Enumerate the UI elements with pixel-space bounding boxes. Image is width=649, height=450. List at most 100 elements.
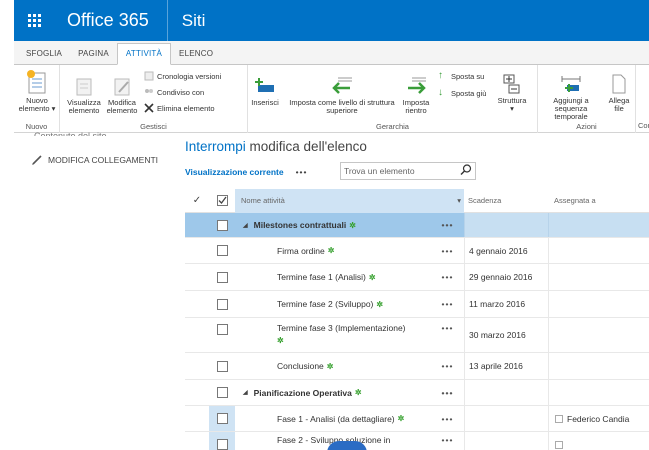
stop-editing-link[interactable]: Interrompi xyxy=(185,139,246,154)
table-row[interactable]: Conclusione ✲ ••• 13 aprile 2016 xyxy=(185,353,649,380)
new-icon: ✲ xyxy=(354,388,362,397)
tab-elenco[interactable]: ELENCO xyxy=(171,44,221,64)
version-history-button[interactable]: Cronologia versioni xyxy=(144,71,221,81)
drag-handle[interactable] xyxy=(327,441,367,450)
table-row[interactable]: Firma ordine ✲ ••• 4 gennaio 2016 xyxy=(185,238,649,264)
checked-box-icon xyxy=(216,195,228,206)
app-launcher-icon[interactable] xyxy=(14,0,55,41)
table-row[interactable]: Fase 2 - Sviluppo soluzione in ••• xyxy=(185,432,649,450)
row-menu-button[interactable]: ••• xyxy=(431,353,464,379)
row-menu-button[interactable]: ••• xyxy=(431,213,464,237)
add-to-timeline-button[interactable]: Aggiungi a sequenza temporale xyxy=(538,73,604,121)
timeline-icon xyxy=(561,76,581,92)
table-row[interactable]: ◢ Milestones contrattuali ✲ ••• xyxy=(185,213,649,238)
collapse-icon[interactable]: ◢ xyxy=(243,389,248,396)
indent-button[interactable]: Imposta rientro xyxy=(398,75,434,115)
row-checkbox[interactable] xyxy=(209,213,235,237)
new-icon: ✲ xyxy=(327,246,335,255)
assignee-name[interactable]: Federico Candia xyxy=(567,414,629,424)
pencil-icon xyxy=(32,155,42,165)
table-row[interactable]: Fase 1 - Analisi (da dettagliare) ✲ ••• F… xyxy=(185,406,649,432)
tab-pagina[interactable]: PAGINA xyxy=(70,44,117,64)
ribbon-tabs: SFOGLIA PAGINA ATTIVITÀ ELENCO xyxy=(14,41,649,65)
row-checkbox[interactable] xyxy=(209,291,235,317)
row-menu-button[interactable]: ••• xyxy=(431,264,464,290)
row-title[interactable]: Fase 1 - Analisi (da dettagliare) ✲ xyxy=(235,406,431,431)
person-icon xyxy=(555,414,563,423)
row-checkbox[interactable] xyxy=(209,406,235,431)
current-view-link[interactable]: Visualizzazione corrente xyxy=(185,167,284,177)
edit-item-button[interactable]: Modifica elemento xyxy=(104,77,140,115)
tab-sfoglia[interactable]: SFOGLIA xyxy=(18,44,70,64)
group-label-nuovo: Nuovo xyxy=(25,122,48,131)
brand-link[interactable]: Office 365 xyxy=(67,10,149,31)
move-up-button[interactable]: ↑ Sposta su xyxy=(438,71,484,81)
new-icon: ✲ xyxy=(277,336,284,345)
view-item-button[interactable]: Visualizza elemento xyxy=(64,77,104,115)
view-more-button[interactable]: ••• xyxy=(296,167,308,177)
row-title[interactable]: Termine fase 2 (Sviluppo) ✲ xyxy=(235,291,431,317)
outline-icon xyxy=(503,74,520,94)
row-menu-button[interactable]: ••• xyxy=(431,291,464,317)
select-all-checkbox[interactable] xyxy=(209,195,235,206)
row-checkbox[interactable] xyxy=(209,353,235,379)
row-checkbox[interactable] xyxy=(209,318,235,352)
row-menu-button[interactable]: ••• xyxy=(431,432,464,450)
history-icon xyxy=(144,71,154,81)
header-sort-icon[interactable]: ▾ xyxy=(431,188,464,213)
outline-button[interactable]: Struttura ▾ xyxy=(492,73,532,113)
delete-icon xyxy=(144,103,154,113)
group-label-cut: Con xyxy=(638,121,649,130)
table-row[interactable]: Termine fase 1 (Analisi) ✲ ••• 29 gennaio… xyxy=(185,264,649,291)
site-contents-link[interactable]: Contenuto del sito xyxy=(34,131,107,136)
shared-with-button[interactable]: Condiviso con xyxy=(144,87,204,97)
group-label-azioni: Azioni xyxy=(576,122,597,131)
search-input[interactable]: Trova un elemento xyxy=(340,162,476,180)
row-title[interactable]: Termine fase 1 (Analisi) ✲ xyxy=(235,264,431,290)
sites-link[interactable]: Siti xyxy=(182,11,206,31)
new-item-icon xyxy=(27,70,46,94)
header-assigned-to[interactable]: Assegnata a xyxy=(548,196,649,205)
group-label-gerarchia: Gerarchia xyxy=(376,122,409,131)
header-check: ✓ xyxy=(192,195,202,206)
header-due-date[interactable]: Scadenza xyxy=(464,196,548,205)
table-row[interactable]: Termine fase 2 (Sviluppo) ✲ ••• 11 marzo … xyxy=(185,291,649,318)
suite-separator xyxy=(166,0,168,41)
row-menu-button[interactable]: ••• xyxy=(431,380,464,405)
new-icon: ✲ xyxy=(376,299,384,309)
delete-item-button[interactable]: Elimina elemento xyxy=(144,103,215,113)
outdent-icon xyxy=(332,77,352,94)
table-row[interactable]: ◢ Pianificazione Operativa ✲ ••• xyxy=(185,380,649,406)
move-down-button[interactable]: ↓ Sposta giù xyxy=(438,88,486,98)
tab-attivita[interactable]: ATTIVITÀ xyxy=(116,43,172,65)
row-title[interactable]: Firma ordine ✲ xyxy=(235,238,431,263)
row-title[interactable]: Termine fase 3 (Implementazione) ✲ xyxy=(235,318,431,352)
edit-item-icon xyxy=(114,78,130,96)
edit-links-button[interactable]: MODIFICA COLLEGAMENTI xyxy=(32,155,158,165)
collapse-icon[interactable]: ◢ xyxy=(243,222,248,229)
table-row[interactable]: Termine fase 3 (Implementazione) ✲ ••• 30… xyxy=(185,318,649,353)
row-checkbox[interactable] xyxy=(209,380,235,405)
new-item-button[interactable]: Nuovo elemento ▾ xyxy=(16,69,58,113)
row-menu-button[interactable]: ••• xyxy=(431,318,464,352)
row-menu-button[interactable]: ••• xyxy=(431,406,464,431)
row-checkbox[interactable] xyxy=(209,264,235,290)
person-icon xyxy=(555,440,563,449)
header-task-name[interactable]: Nome attività xyxy=(235,188,431,213)
ribbon: Nuovo elemento ▾ Nuovo Visualizza elemen… xyxy=(14,65,649,133)
new-icon: ✲ xyxy=(326,361,334,371)
row-title[interactable]: Conclusione ✲ xyxy=(235,353,431,379)
new-icon: ✲ xyxy=(397,414,405,423)
row-menu-button[interactable]: ••• xyxy=(431,238,464,263)
new-icon: ✲ xyxy=(368,272,376,282)
row-checkbox[interactable] xyxy=(209,432,235,450)
search-icon[interactable] xyxy=(459,163,473,177)
row-title[interactable]: ◢ Milestones contrattuali ✲ xyxy=(235,213,431,237)
attach-file-button[interactable]: Allega file xyxy=(604,73,634,113)
row-checkbox[interactable] xyxy=(209,238,235,263)
insert-button[interactable]: Inserisci xyxy=(248,75,282,107)
view-item-icon xyxy=(76,78,92,96)
view-toolbar: Visualizzazione corrente ••• xyxy=(185,163,308,181)
outdent-button[interactable]: Imposta come livello di struttura superi… xyxy=(284,75,400,115)
row-title[interactable]: ◢ Pianificazione Operativa ✲ xyxy=(235,380,431,405)
